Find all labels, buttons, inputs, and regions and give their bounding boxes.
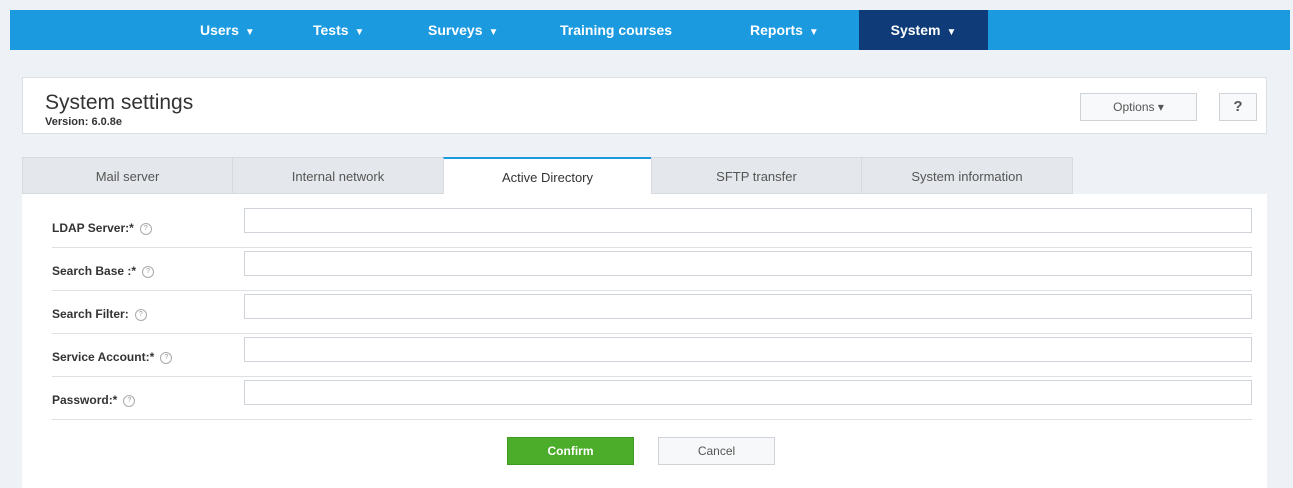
tab-system-information[interactable]: System information bbox=[861, 157, 1073, 194]
field-label: Search Filter:? bbox=[52, 307, 147, 321]
nav-label: System bbox=[890, 22, 941, 38]
tab-sftp-transfer[interactable]: SFTP transfer bbox=[651, 157, 862, 194]
nav-label: Tests bbox=[313, 22, 349, 38]
chevron-down-icon: ▼ bbox=[488, 27, 499, 38]
nav-label: Training courses bbox=[560, 22, 673, 38]
form-row-service-account: Service Account:*? bbox=[52, 336, 1252, 377]
page-title: System settings bbox=[45, 91, 194, 114]
tab-internal-network[interactable]: Internal network bbox=[232, 157, 444, 194]
search-filter-input[interactable] bbox=[244, 294, 1252, 319]
service-account-input[interactable] bbox=[244, 337, 1252, 362]
field-label: Search Base :*? bbox=[52, 264, 155, 278]
tab-mail-server[interactable]: Mail server bbox=[22, 157, 233, 194]
help-circle-icon[interactable]: ? bbox=[134, 308, 147, 321]
form-row-search-filter: Search Filter:? bbox=[52, 293, 1252, 334]
nav-item-training-courses[interactable]: Training courses bbox=[560, 10, 672, 50]
chevron-down-icon: ▼ bbox=[808, 27, 819, 38]
field-label: LDAP Server:*? bbox=[52, 221, 152, 235]
nav-item-users[interactable]: Users ▼ bbox=[200, 10, 255, 50]
form-row-password: Password:*? bbox=[52, 379, 1252, 420]
chevron-down-icon: ▼ bbox=[354, 27, 365, 38]
nav-label: Reports bbox=[750, 22, 803, 38]
form-row-ldap-server: LDAP Server:*? bbox=[52, 207, 1252, 248]
confirm-button[interactable]: Confirm bbox=[507, 437, 634, 465]
password-input[interactable] bbox=[244, 380, 1252, 405]
help-circle-icon[interactable]: ? bbox=[139, 222, 152, 235]
nav-label: Users bbox=[200, 22, 239, 38]
search-base-input[interactable] bbox=[244, 251, 1252, 276]
cancel-button[interactable]: Cancel bbox=[658, 437, 775, 465]
help-circle-icon[interactable]: ? bbox=[142, 265, 155, 278]
chevron-down-icon: ▼ bbox=[946, 27, 957, 38]
nav-item-tests[interactable]: Tests ▼ bbox=[313, 10, 364, 50]
top-navigation-bar: Users ▼ Tests ▼ Surveys ▼ Training courses … bbox=[10, 10, 1290, 50]
tab-active-directory[interactable]: Active Directory bbox=[443, 157, 652, 195]
active-directory-form: LDAP Server:*? Search Base :*? Search Fi… bbox=[22, 194, 1267, 488]
nav-item-surveys[interactable]: Surveys ▼ bbox=[428, 10, 498, 50]
options-dropdown-button[interactable]: Options ▾ bbox=[1080, 93, 1197, 121]
ldap-server-input[interactable] bbox=[244, 208, 1252, 233]
nav-label: Surveys bbox=[428, 22, 483, 38]
help-button[interactable]: ? bbox=[1219, 93, 1257, 121]
version-label: Version: 6.0.8e bbox=[45, 116, 123, 128]
form-row-search-base: Search Base :*? bbox=[52, 250, 1252, 291]
nav-item-system[interactable]: System ▼ bbox=[859, 10, 988, 50]
field-label: Service Account:*? bbox=[52, 350, 173, 364]
nav-item-reports[interactable]: Reports ▼ bbox=[750, 10, 819, 50]
page-header: System settings Version: 6.0.8e Options … bbox=[22, 77, 1267, 134]
chevron-down-icon: ▼ bbox=[244, 27, 255, 38]
help-circle-icon[interactable]: ? bbox=[123, 394, 136, 407]
field-label: Password:*? bbox=[52, 393, 136, 407]
help-circle-icon[interactable]: ? bbox=[160, 351, 173, 364]
